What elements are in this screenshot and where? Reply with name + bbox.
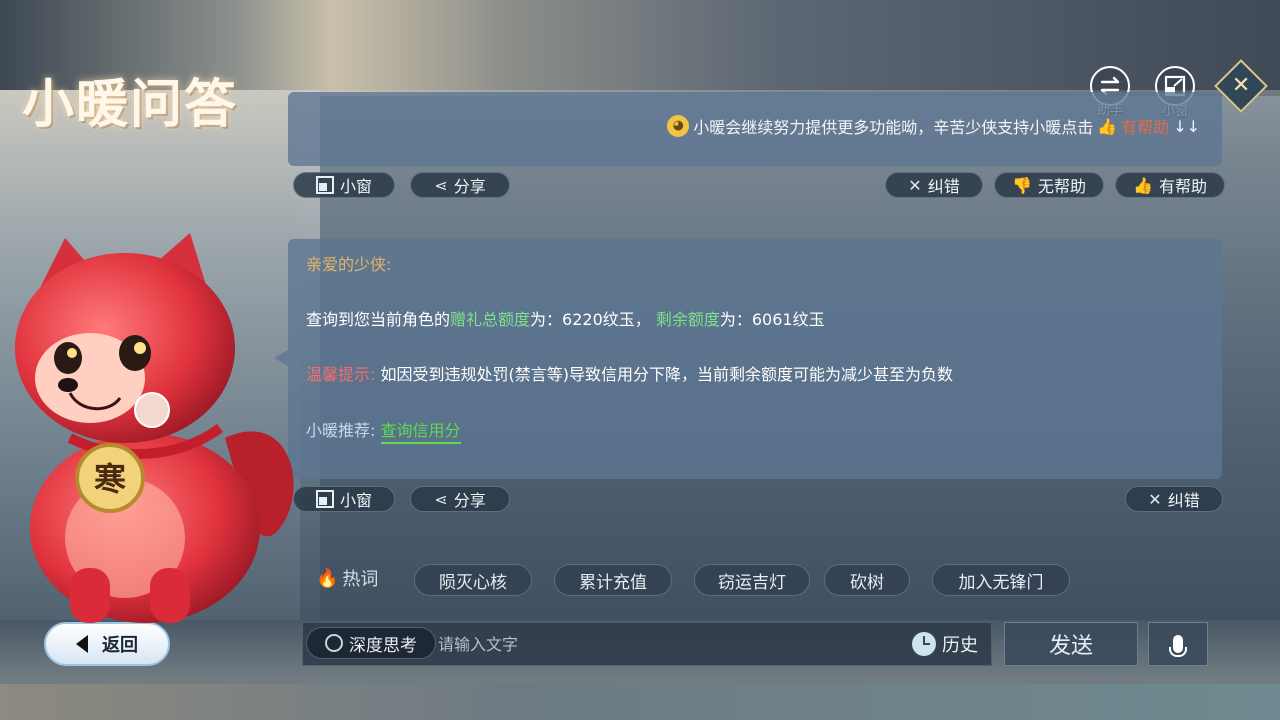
deep-think-toggle[interactable]: 深度思考 — [306, 627, 436, 659]
page-title: 小暖问答 — [22, 74, 239, 135]
answer-greeting: 亲爱的少侠: — [306, 255, 392, 274]
thumb-up-icon: 👍 — [1097, 116, 1118, 136]
remaining-label: 剩余额度 — [655, 310, 720, 330]
answer-quota-line: 查询到您当前角色的赠礼总额度为：6220纹玉， 剩余额度为：6061纹玉 — [306, 310, 1204, 329]
mini-window-pill-label: 小窗 — [339, 177, 372, 196]
hot-word-chip[interactable]: 砍树 — [824, 564, 910, 596]
mascot-medal-text: 寒 — [94, 460, 126, 498]
voice-button[interactable] — [1148, 622, 1208, 666]
cross-icon: ✕ — [908, 175, 922, 195]
gift-total-label: 赠礼总额度 — [450, 310, 531, 330]
hot-word-chip[interactable]: 累计充值 — [554, 564, 672, 596]
back-label: 返回 — [102, 635, 138, 656]
share-button[interactable]: ⋖ 分享 — [410, 172, 510, 198]
arrow-down-icon: ↓↓ — [1173, 116, 1200, 136]
message-card-answer: 亲爱的少侠: 查询到您当前角色的赠礼总额度为：6220纹玉， 剩余额度为：606… — [288, 239, 1222, 479]
helpful-label: 有帮助 — [1158, 177, 1207, 196]
mascot-dog: 寒 — [15, 233, 294, 623]
clock-icon — [912, 632, 936, 656]
correct-label: 纠错 — [1167, 491, 1200, 510]
mini-window-icon — [315, 490, 334, 508]
share-label: 分享 — [453, 177, 486, 196]
recommend-label: 小暖推荐: — [306, 420, 376, 440]
quota-prefix: 查询到您当前角色的 — [306, 310, 451, 330]
answer-tip-line: 温馨提示: 如因受到违规处罚(禁言等)导致信用分下降，当前剩余额度可能为减少甚至… — [306, 365, 1204, 384]
share-icon: ⋖ — [434, 175, 448, 195]
message-card-previous: ◕ 小暖会继续努力提供更多功能呦，辛苦少侠支持小暖点击 👍 有帮助 ↓↓ — [288, 92, 1222, 166]
background-floor — [0, 684, 1280, 720]
emoji-icon: ◕ — [667, 115, 690, 137]
deep-think-label: 深度思考 — [349, 635, 417, 656]
flame-icon: 🔥 — [316, 567, 339, 589]
mini-window-pill-button[interactable]: 小窗 — [293, 172, 395, 198]
close-icon: ✕ — [1231, 73, 1251, 98]
not-helpful-button[interactable]: 👎 无帮助 — [994, 172, 1104, 198]
hot-words-label: 🔥 热词 — [316, 565, 378, 591]
mini-window-pill-label: 小窗 — [339, 491, 372, 510]
message-input[interactable] — [438, 630, 898, 658]
message-previous-body: 小暖会继续努力提供更多功能呦，辛苦少侠支持小暖点击 — [693, 118, 1094, 137]
hot-word-chip[interactable]: 窃运吉灯 — [694, 564, 810, 596]
tip-text: 如因受到违规处罚(禁言等)导致信用分下降，当前剩余额度可能为减少甚至为负数 — [380, 365, 954, 385]
radio-icon — [325, 634, 343, 652]
history-button[interactable]: 历史 — [912, 630, 978, 658]
send-button[interactable]: 发送 — [1004, 622, 1138, 666]
back-button[interactable]: 返回 — [44, 622, 170, 666]
thumb-up-icon: 👍 — [1133, 175, 1153, 195]
correct-label: 纠错 — [927, 177, 960, 196]
answer-recommend-line: 小暖推荐: 查询信用分 — [306, 420, 1204, 444]
share-label: 分享 — [453, 491, 486, 510]
helpful-button[interactable]: 👍 有帮助 — [1115, 172, 1225, 198]
cross-icon: ✕ — [1148, 489, 1162, 509]
microphone-icon — [1169, 635, 1187, 657]
gift-total-value: 为：6220纹玉， — [530, 310, 651, 330]
tip-label: 温馨提示: — [306, 365, 376, 385]
recommend-link[interactable]: 查询信用分 — [380, 420, 461, 444]
thumb-down-icon: 👎 — [1012, 175, 1032, 195]
mini-window-icon — [315, 176, 334, 194]
share-icon: ⋖ — [434, 489, 448, 509]
remaining-value: 为：6061纹玉 — [719, 310, 825, 330]
back-arrow-icon — [76, 635, 88, 653]
hot-word-chip[interactable]: 加入无锋门 — [932, 564, 1070, 596]
correct-button[interactable]: ✕ 纠错 — [885, 172, 983, 198]
hot-word-chip[interactable]: 陨灭心核 — [414, 564, 532, 596]
correct-button[interactable]: ✕ 纠错 — [1125, 486, 1223, 512]
not-helpful-label: 无帮助 — [1037, 177, 1086, 196]
hot-words-text: 热词 — [342, 569, 379, 590]
helpful-word: 有帮助 — [1121, 118, 1170, 137]
message-previous-text: ◕ 小暖会继续努力提供更多功能呦，辛苦少侠支持小暖点击 👍 有帮助 ↓↓ — [667, 114, 1200, 138]
history-label: 历史 — [942, 635, 978, 656]
share-button[interactable]: ⋖ 分享 — [410, 486, 510, 512]
